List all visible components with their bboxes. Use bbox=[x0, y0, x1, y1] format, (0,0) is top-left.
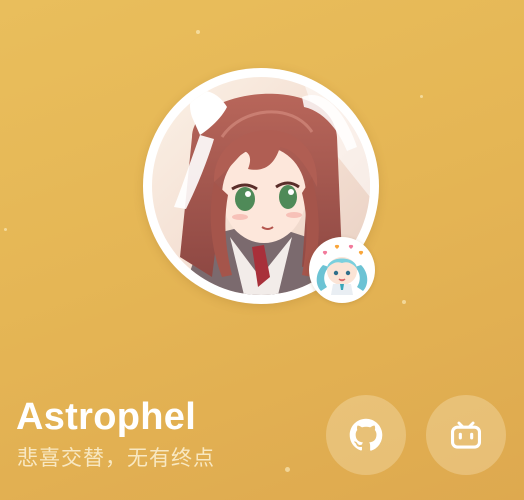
profile-motto: 悲喜交替，无有终点 bbox=[17, 446, 215, 470]
background-speck bbox=[196, 30, 200, 34]
bilibili-button[interactable] bbox=[426, 395, 506, 475]
github-button[interactable] bbox=[326, 395, 406, 475]
github-icon bbox=[349, 418, 383, 451]
background-speck bbox=[402, 300, 406, 304]
chibi-sticker-icon bbox=[316, 244, 368, 295]
background-speck bbox=[285, 467, 290, 472]
background-speck bbox=[4, 228, 7, 231]
avatar-badge bbox=[309, 237, 375, 303]
profile-name: Astrophel bbox=[16, 396, 197, 438]
background-speck bbox=[420, 95, 423, 98]
bilibili-icon bbox=[450, 421, 482, 449]
